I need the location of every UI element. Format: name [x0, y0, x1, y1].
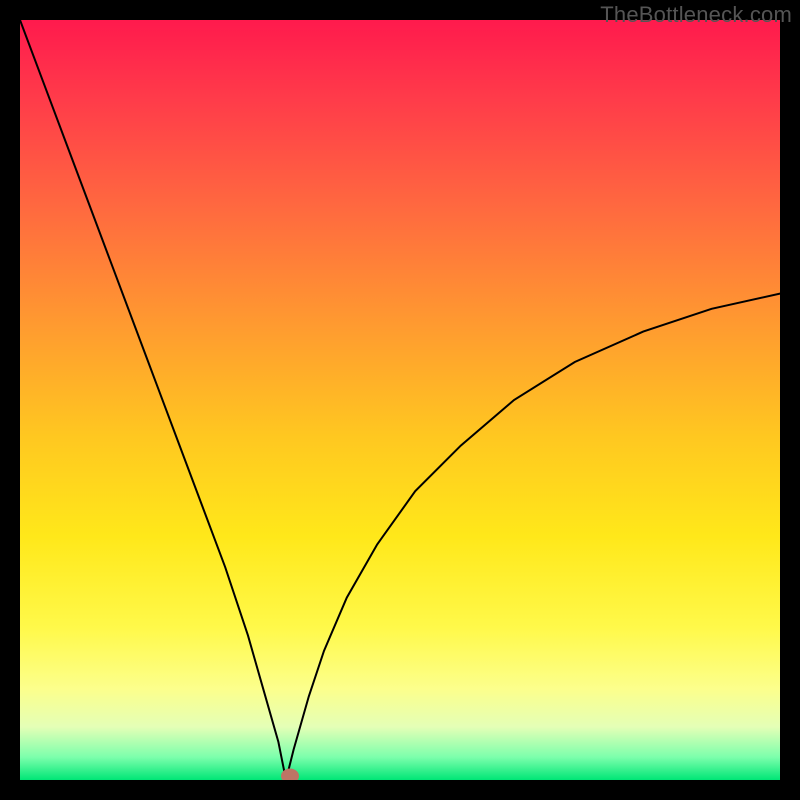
optimal-point-marker: [281, 769, 299, 780]
plot-area: [20, 20, 780, 780]
bottleneck-curve-path: [20, 20, 780, 780]
chart-frame: TheBottleneck.com: [0, 0, 800, 800]
curve-svg: [20, 20, 780, 780]
